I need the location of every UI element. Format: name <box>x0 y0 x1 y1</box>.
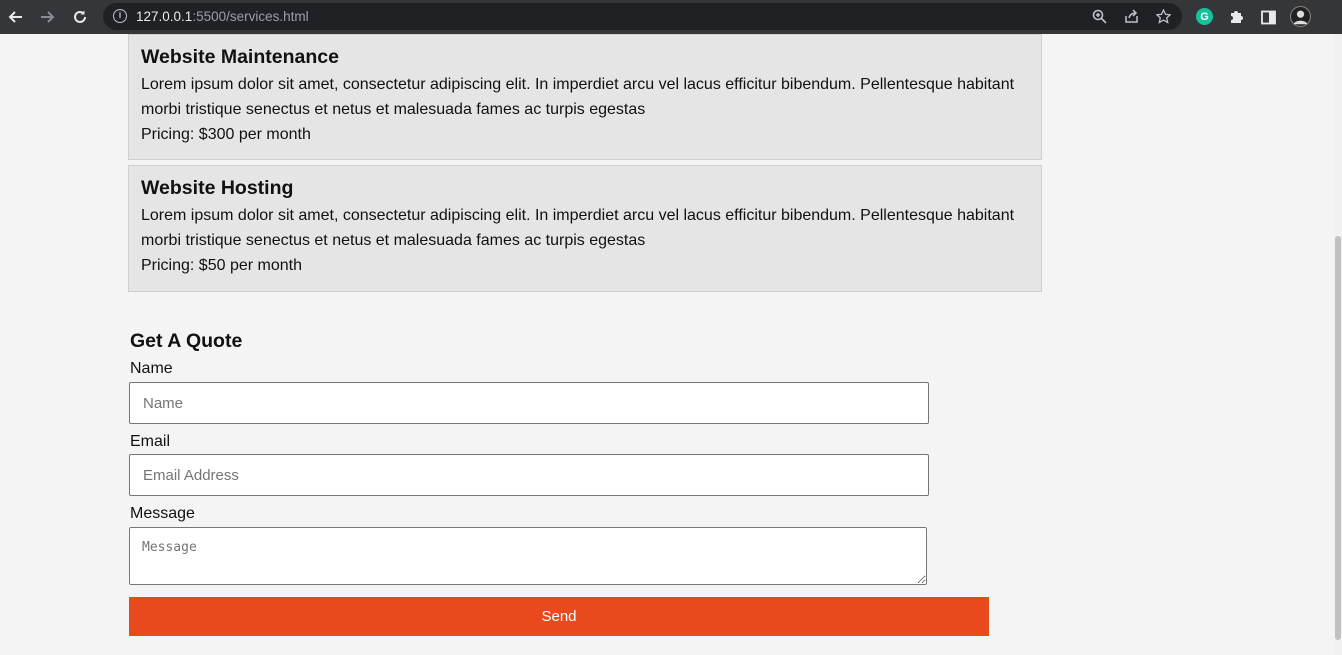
puzzle-icon[interactable] <box>1226 7 1246 27</box>
service-title: Website Maintenance <box>141 46 339 68</box>
side-panel-icon[interactable] <box>1258 7 1278 27</box>
back-arrow-icon[interactable] <box>4 5 28 29</box>
message-textarea[interactable] <box>129 527 927 585</box>
star-icon[interactable] <box>1155 8 1172 25</box>
service-pricing: Pricing: $300 per month <box>141 126 311 143</box>
quote-title: Get A Quote <box>130 330 243 352</box>
service-pricing: Pricing: $50 per month <box>141 257 302 274</box>
reload-icon[interactable] <box>68 5 92 29</box>
service-title: Website Hosting <box>141 177 294 199</box>
zoom-icon[interactable] <box>1091 8 1108 25</box>
email-input[interactable] <box>129 454 929 496</box>
browser-toolbar: i 127.0.0.1:5500/services.html G <box>0 0 1342 34</box>
info-icon[interactable]: i <box>113 9 127 23</box>
email-label: Email <box>130 433 171 450</box>
avatar[interactable] <box>1290 6 1311 27</box>
message-label: Message <box>130 505 195 522</box>
service-description: Lorem ipsum dolor sit amet, consectetur … <box>141 76 1015 118</box>
send-button[interactable]: Send <box>129 597 989 636</box>
service-card-hosting: Website Hosting Lorem ipsum dolor sit am… <box>128 165 1042 292</box>
share-icon[interactable] <box>1123 8 1140 25</box>
name-input[interactable] <box>129 382 929 424</box>
service-card-maintenance: Website Maintenance Lorem ipsum dolor si… <box>128 34 1042 160</box>
grammarly-icon[interactable]: G <box>1196 8 1213 25</box>
name-label: Name <box>130 360 173 377</box>
url-text: 127.0.0.1:5500/services.html <box>136 9 309 24</box>
service-description: Lorem ipsum dolor sit amet, consectetur … <box>141 207 1015 249</box>
forward-arrow-icon[interactable] <box>35 5 59 29</box>
scrollbar-thumb[interactable] <box>1335 236 1341 640</box>
address-bar[interactable]: i 127.0.0.1:5500/services.html <box>103 3 1182 30</box>
